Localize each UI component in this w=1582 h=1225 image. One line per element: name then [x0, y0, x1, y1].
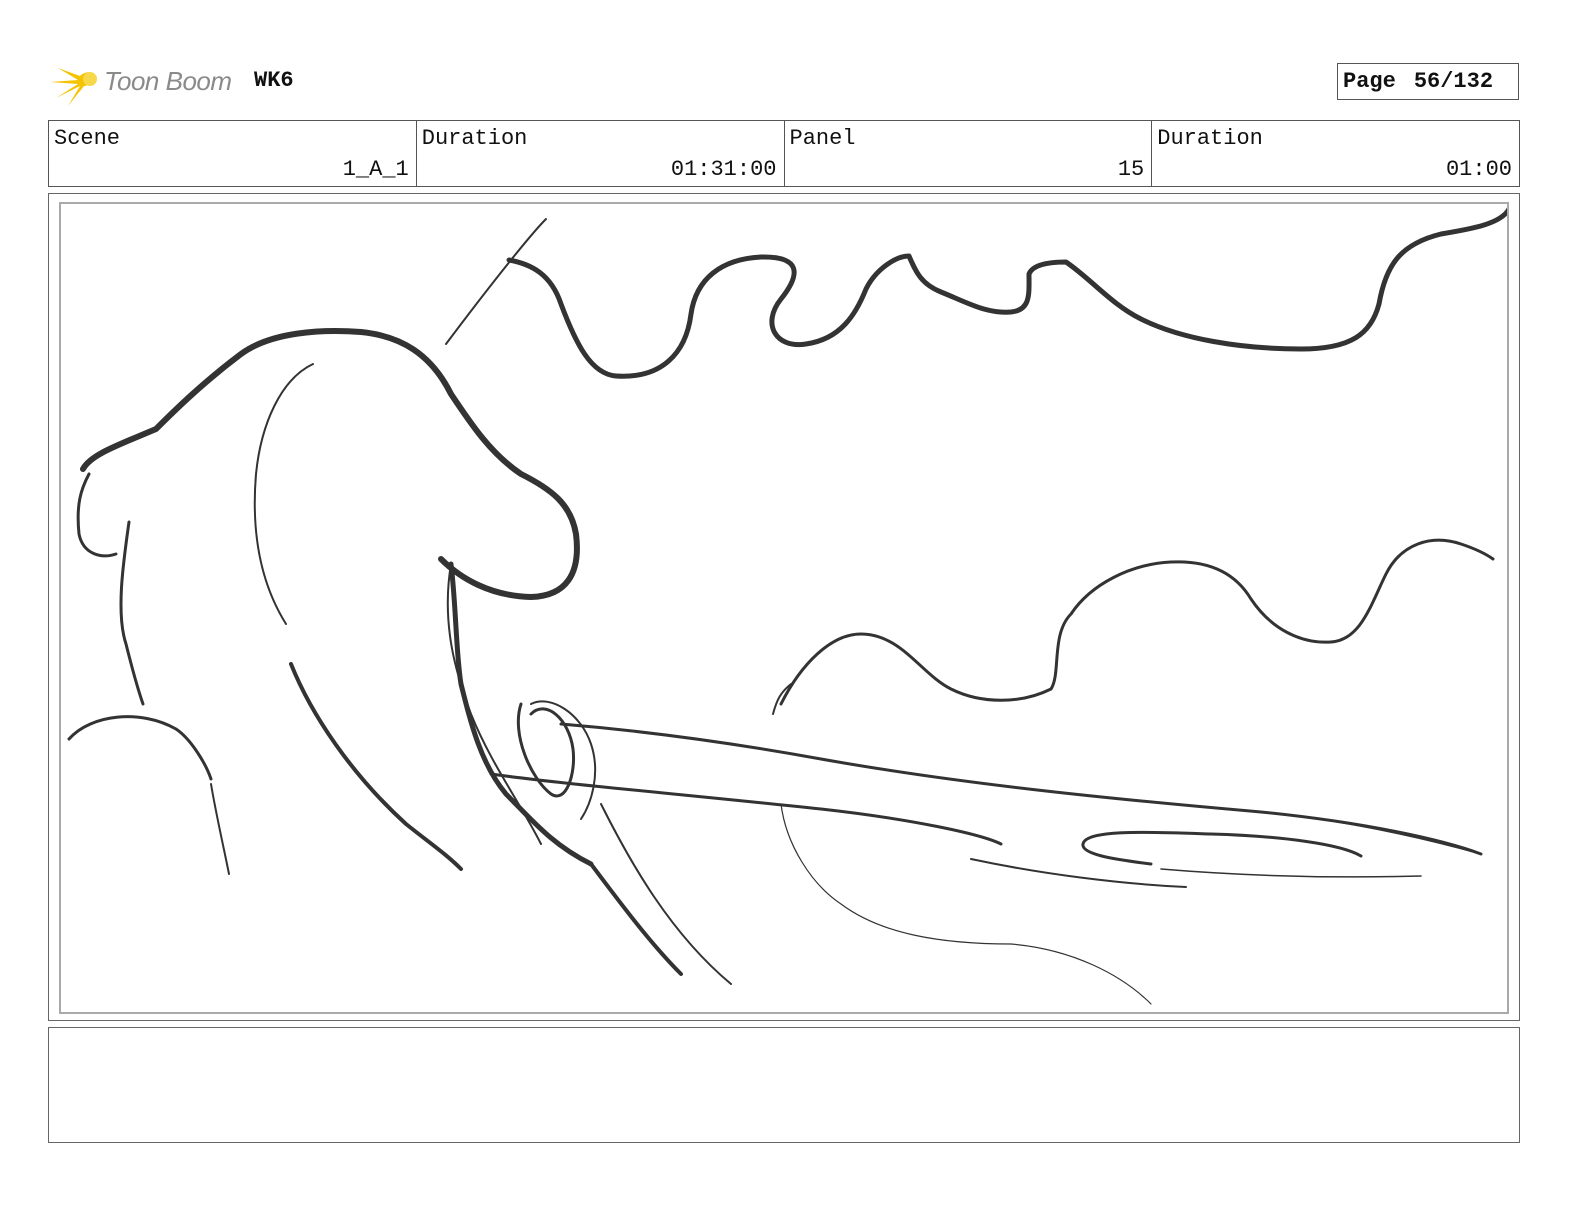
panel-notes-box — [48, 1027, 1520, 1143]
panel-duration-label: Duration — [1157, 126, 1263, 151]
panel-duration-value: 01:00 — [1445, 157, 1512, 182]
scene-duration-value: 01:31:00 — [670, 157, 777, 182]
storyboard-panel-image — [59, 202, 1509, 1014]
scene-cell: Scene 1_A_1 — [49, 121, 417, 186]
storyboard-panel-frame — [48, 193, 1520, 1021]
panel-cell: Panel 15 — [785, 121, 1153, 186]
project-name: WK6 — [254, 68, 294, 93]
panel-duration-cell: Duration 01:00 — [1152, 121, 1519, 186]
panel-info-row: Scene 1_A_1 Duration 01:31:00 Panel 15 D… — [48, 120, 1520, 187]
scene-value: 1_A_1 — [342, 157, 409, 182]
page-indicator: Page 56/132 — [1337, 63, 1519, 100]
scene-duration-label: Duration — [421, 126, 528, 151]
logo-text: Toon Boom — [104, 66, 232, 96]
sketch-drawing — [67, 207, 1507, 1005]
scene-label: Scene — [54, 126, 121, 151]
page-number: 56/132 — [1413, 69, 1494, 94]
star-burst-icon — [50, 62, 97, 106]
scene-duration-cell: Duration 01:31:00 — [417, 121, 785, 186]
page-label: Page — [1343, 69, 1396, 94]
panel-value: 15 — [1117, 157, 1145, 182]
toon-boom-logo: Toon Boom — [50, 54, 250, 108]
panel-label: Panel — [789, 126, 856, 151]
